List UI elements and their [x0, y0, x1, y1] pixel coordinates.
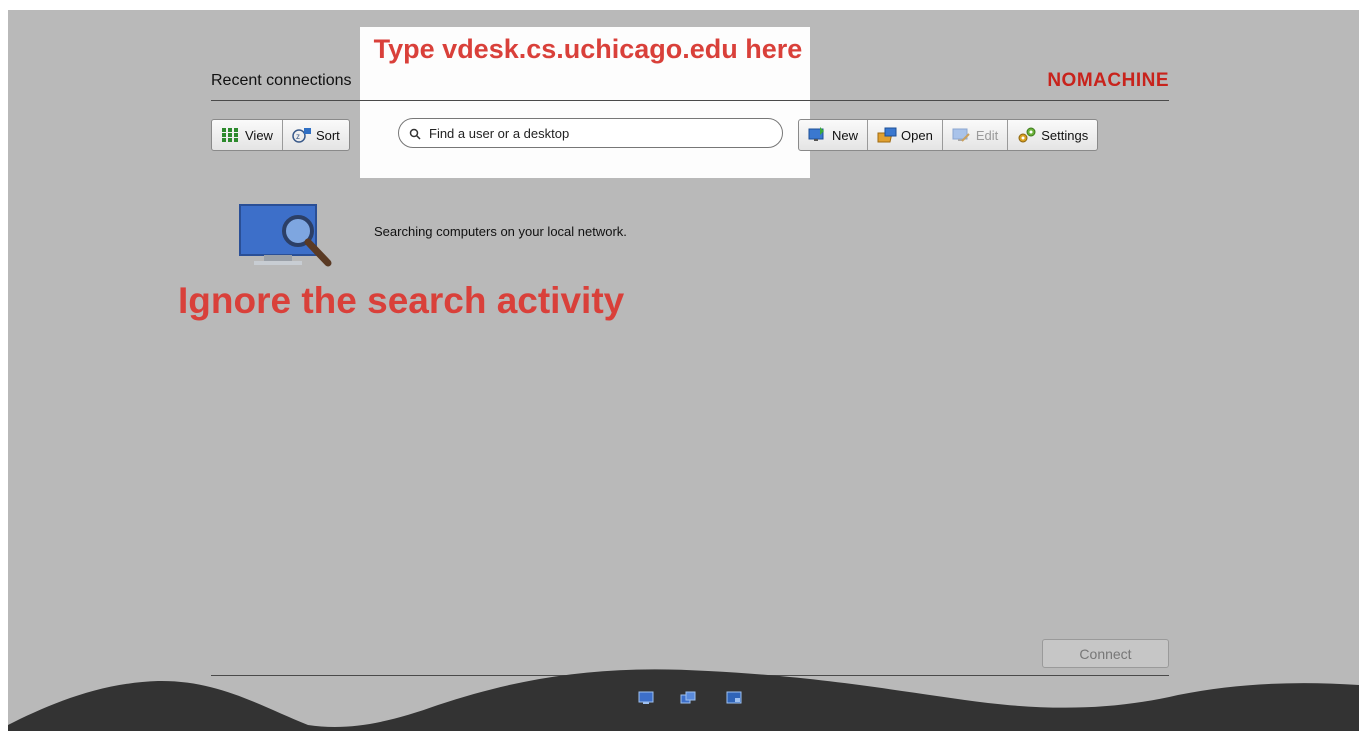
tray-network-icon[interactable] [680, 691, 696, 705]
search-icon [409, 127, 421, 140]
tray-window-icon[interactable] [726, 691, 742, 705]
connect-button[interactable]: Connect [1042, 639, 1169, 668]
open-button-label: Open [901, 127, 933, 143]
settings-button-label: Settings [1041, 127, 1089, 143]
new-button-label: New [832, 127, 859, 143]
tray-monitor-icon[interactable] [638, 691, 654, 705]
edit-button[interactable]: Edit [943, 120, 1009, 150]
search-status-text: Searching computers on your local networ… [374, 224, 627, 239]
search-input[interactable] [427, 124, 761, 142]
new-monitor-icon [808, 127, 826, 143]
header-divider [211, 100, 1169, 101]
actions-toolbar: New Open Edit Settings [798, 119, 1099, 151]
page-title: Recent connections [211, 72, 352, 89]
annotation-type-hint: Type vdesk.cs.uchicago.edu here [373, 34, 803, 64]
search-box[interactable] [398, 118, 783, 148]
sort-icon: z [292, 127, 311, 143]
view-sort-toolbar: View z Sort [211, 119, 350, 151]
new-button[interactable]: New [799, 120, 869, 150]
sort-button[interactable]: z Sort [283, 120, 349, 150]
nomachine-logo: NOMACHINE [1047, 70, 1169, 91]
view-button[interactable]: View [212, 120, 283, 150]
sort-button-label: Sort [315, 127, 340, 143]
svg-text:z: z [296, 132, 300, 141]
open-button[interactable]: Open [868, 120, 943, 150]
view-button-label: View [245, 127, 273, 143]
monitor-search-icon [236, 203, 336, 275]
open-folder-icon [877, 127, 897, 143]
edit-button-label: Edit [975, 127, 999, 143]
grid-view-icon [221, 127, 239, 143]
gears-icon [1017, 127, 1036, 143]
settings-button[interactable]: Settings [1008, 120, 1097, 150]
nomachine-window: Recent connections NOMACHINE View z Sort… [8, 10, 1359, 731]
annotation-ignore-hint: Ignore the search activity [178, 280, 625, 321]
edit-monitor-icon [952, 127, 970, 143]
